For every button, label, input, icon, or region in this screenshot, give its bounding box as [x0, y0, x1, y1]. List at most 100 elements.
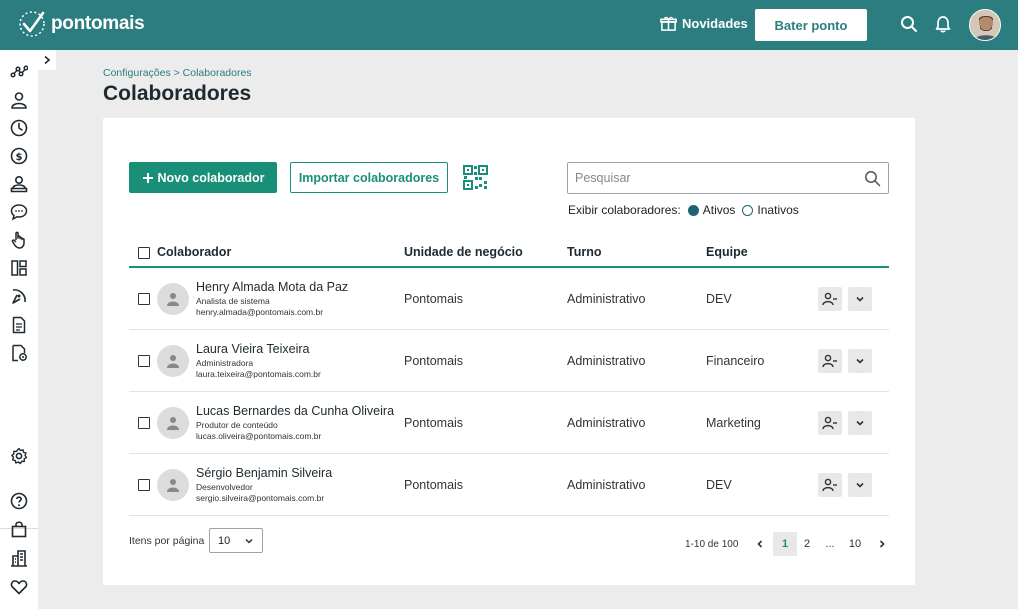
user-avatar[interactable]: [969, 9, 1001, 41]
chevron-right-icon: [44, 55, 51, 65]
person-icon: [167, 417, 179, 430]
row-menu-button[interactable]: [848, 473, 872, 497]
import-collaborators-button[interactable]: Importar colaboradores: [290, 162, 448, 193]
page-2-button[interactable]: 2: [800, 532, 814, 556]
building-icon[interactable]: [10, 549, 28, 567]
select-all-checkbox[interactable]: [138, 247, 150, 259]
avatar: [157, 345, 189, 377]
clock-icon[interactable]: [10, 119, 28, 137]
collaborator-role: Produtor de conteúdo: [196, 420, 278, 430]
search-icon[interactable]: [899, 14, 919, 34]
user-minus-icon: [822, 292, 837, 306]
page-10-button[interactable]: 10: [845, 532, 865, 556]
table-header: Colaborador Unidade de negócio Turno Equ…: [129, 238, 889, 268]
chevron-left-icon: [757, 540, 763, 548]
avatar-image: [970, 10, 1000, 40]
help-icon[interactable]: [10, 492, 28, 510]
column-colaborador: Colaborador: [157, 245, 232, 259]
unit-cell: Pontomais: [404, 478, 464, 492]
search-box: [567, 162, 889, 194]
shift-cell: Administrativo: [567, 416, 646, 430]
layout-icon[interactable]: [10, 259, 28, 277]
collaborator-name[interactable]: Henry Almada Mota da Paz: [196, 280, 348, 294]
chevron-down-icon: [856, 358, 864, 364]
hand-icon[interactable]: [10, 231, 28, 249]
sidebar: $: [0, 50, 38, 609]
document-icon[interactable]: [10, 316, 28, 334]
remove-user-button[interactable]: [818, 287, 842, 311]
column-turno: Turno: [567, 245, 602, 259]
radio-unselected-icon: [742, 204, 754, 216]
remove-user-button[interactable]: [818, 411, 842, 435]
prev-page-button[interactable]: [751, 532, 769, 556]
user-icon[interactable]: [10, 91, 28, 109]
remove-user-button[interactable]: [818, 349, 842, 373]
filter-label: Exibir colaboradores:: [568, 203, 681, 217]
table-row: Laura Vieira Teixeira Administradora lau…: [129, 330, 889, 392]
row-checkbox[interactable]: [138, 293, 150, 305]
row-checkbox[interactable]: [138, 479, 150, 491]
per-page-select[interactable]: 10: [209, 528, 263, 553]
logo[interactable]: pontomais: [18, 10, 145, 38]
per-page-label: Itens por página: [129, 535, 205, 547]
novidades-button[interactable]: Novidades: [660, 15, 748, 32]
collaborator-name[interactable]: Lucas Bernardes da Cunha Oliveira: [196, 404, 394, 418]
users-icon[interactable]: [10, 175, 28, 193]
filter-active-label: Ativos: [702, 203, 736, 217]
money-icon[interactable]: $: [10, 147, 28, 165]
collaborator-role: Administradora: [196, 358, 254, 368]
collaborator-role: Analista de sistema: [196, 296, 270, 306]
bell-icon[interactable]: [933, 14, 953, 34]
team-cell: DEV: [706, 478, 732, 492]
collaborator-email: lucas.oliveira@pontomais.com.br: [196, 431, 322, 441]
collaborator-name[interactable]: Sérgio Benjamin Silveira: [196, 466, 332, 480]
page-ellipsis: ...: [825, 538, 835, 550]
page-1-button[interactable]: 1: [773, 532, 797, 556]
dashboard-icon[interactable]: [10, 63, 28, 81]
person-icon: [167, 293, 179, 306]
collaborator-name[interactable]: Laura Vieira Teixeira: [196, 342, 310, 356]
unit-cell: Pontomais: [404, 354, 464, 368]
novidades-label: Novidades: [682, 16, 748, 31]
row-menu-button[interactable]: [848, 287, 872, 311]
row-checkbox[interactable]: [138, 417, 150, 429]
avatar: [157, 469, 189, 501]
breadcrumb[interactable]: Configurações > Colaboradores: [103, 67, 252, 79]
top-bar: pontomais Novidades Bater ponto: [0, 0, 1018, 50]
filter-inactive-radio[interactable]: Inativos: [742, 203, 799, 217]
avatar: [157, 407, 189, 439]
filter-active-radio[interactable]: Ativos: [687, 203, 736, 217]
collaborator-email: henry.almada@pontomais.com.br: [196, 307, 324, 317]
column-equipe: Equipe: [706, 245, 748, 259]
remove-user-button[interactable]: [818, 473, 842, 497]
table-row: Henry Almada Mota da Paz Analista de sis…: [129, 268, 889, 330]
row-checkbox[interactable]: [138, 355, 150, 367]
row-menu-button[interactable]: [848, 411, 872, 435]
row-menu-button[interactable]: [848, 349, 872, 373]
new-collaborator-label: Novo colaborador: [157, 170, 265, 185]
plus-icon: [142, 172, 153, 183]
chevron-down-icon: [856, 420, 864, 426]
radio-selected-icon: [687, 204, 699, 216]
qr-code-icon[interactable]: [462, 164, 489, 191]
compass-icon[interactable]: [10, 287, 28, 305]
search-icon[interactable]: [864, 170, 881, 187]
new-collaborator-button[interactable]: Novo colaborador: [129, 162, 277, 193]
next-page-button[interactable]: [873, 532, 891, 556]
chat-icon[interactable]: [10, 203, 28, 221]
user-minus-icon: [822, 416, 837, 430]
per-page-value: 10: [218, 534, 231, 547]
sidebar-expand-button[interactable]: [38, 50, 56, 70]
heart-icon[interactable]: [10, 578, 28, 596]
avatar: [157, 283, 189, 315]
collaborator-email: laura.teixeira@pontomais.com.br: [196, 369, 321, 379]
filter-inactive-label: Inativos: [757, 203, 799, 217]
bater-ponto-button[interactable]: Bater ponto: [755, 9, 867, 41]
document-settings-icon[interactable]: [10, 344, 28, 362]
gift-icon: [660, 16, 677, 31]
search-input[interactable]: [568, 163, 848, 193]
bag-icon[interactable]: [10, 520, 28, 538]
settings-icon[interactable]: [10, 447, 28, 465]
chevron-down-icon: [245, 538, 253, 544]
content-card: Novo colaborador Importar colaboradores …: [103, 118, 915, 585]
